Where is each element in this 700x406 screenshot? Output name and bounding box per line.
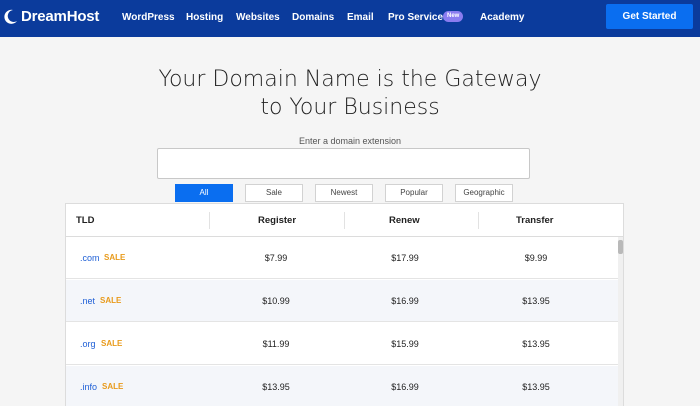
nav-item-domains[interactable]: Domains [292,12,334,23]
column-divider [344,212,345,229]
renew-price: $15.99 [391,339,419,349]
column-header-transfer: Transfer [516,215,554,226]
sale-tag: SALE [101,339,123,348]
tld-link[interactable]: .info [80,382,97,392]
page-title-line-1: Your Domain Name is the Gateway [158,67,542,92]
table-row: .net SALE $10.99 $16.99 $13.95 [66,280,618,322]
tld-pricing-table: TLD Register Renew Transfer .com SALE $7… [65,203,624,406]
register-price: $10.99 [262,296,290,306]
nav-item-academy[interactable]: Academy [480,12,524,23]
transfer-price: $13.95 [522,296,550,306]
tld-link[interactable]: .net [80,296,95,306]
register-price: $7.99 [264,253,288,263]
sale-tag: SALE [100,296,122,305]
nav-item-websites[interactable]: Websites [236,12,280,23]
transfer-price: $9.99 [524,253,548,263]
tld-link[interactable]: .org [80,339,96,349]
brand-logo[interactable]: DreamHost [4,8,99,25]
table-row: .org SALE $11.99 $15.99 $13.95 [66,323,618,365]
nav-item-email[interactable]: Email [347,12,374,23]
new-badge: New [443,11,464,22]
tld-link[interactable]: .com [80,253,100,263]
renew-price: $16.99 [391,382,419,392]
table-scrollbar[interactable] [618,237,623,406]
register-price: $13.95 [262,382,290,392]
page-title-line-2: to Your Business [260,95,440,120]
brand-name: DreamHost [21,8,100,25]
tab-all[interactable]: All [175,184,233,202]
column-header-tld: TLD [76,215,95,226]
transfer-price: $13.95 [522,339,550,349]
sale-tag: SALE [102,382,124,391]
top-nav: DreamHost WordPress Hosting Websites Dom… [0,0,700,37]
tab-popular[interactable]: Popular [385,184,443,202]
tab-newest[interactable]: Newest [315,184,373,202]
column-header-renew: Renew [389,215,420,226]
renew-price: $16.99 [391,296,419,306]
column-divider [209,212,210,229]
moon-icon [4,9,17,24]
sale-tag: SALE [104,253,126,262]
domain-extension-input[interactable] [157,148,530,179]
page-title: Your Domain Name is the Gateway to Your … [0,66,700,122]
get-started-button[interactable]: Get Started [606,4,693,29]
nav-item-wordpress[interactable]: WordPress [122,12,175,23]
tab-sale[interactable]: Sale [245,184,303,202]
transfer-price: $13.95 [522,382,550,392]
nav-item-hosting[interactable]: Hosting [186,12,223,23]
column-divider [478,212,479,229]
nav-item-pro-services[interactable]: Pro Services [388,12,449,23]
register-price: $11.99 [262,339,290,349]
table-header: TLD Register Renew Transfer [66,204,623,237]
table-row: .com SALE $7.99 $17.99 $9.99 [66,237,618,279]
column-header-register: Register [258,215,297,226]
scrollbar-thumb[interactable] [618,240,623,254]
domain-extension-label: Enter a domain extension [298,136,402,146]
table-row: .info SALE $13.95 $16.99 $13.95 [66,366,618,406]
tab-geographic[interactable]: Geographic [455,184,513,202]
renew-price: $17.99 [391,253,419,263]
